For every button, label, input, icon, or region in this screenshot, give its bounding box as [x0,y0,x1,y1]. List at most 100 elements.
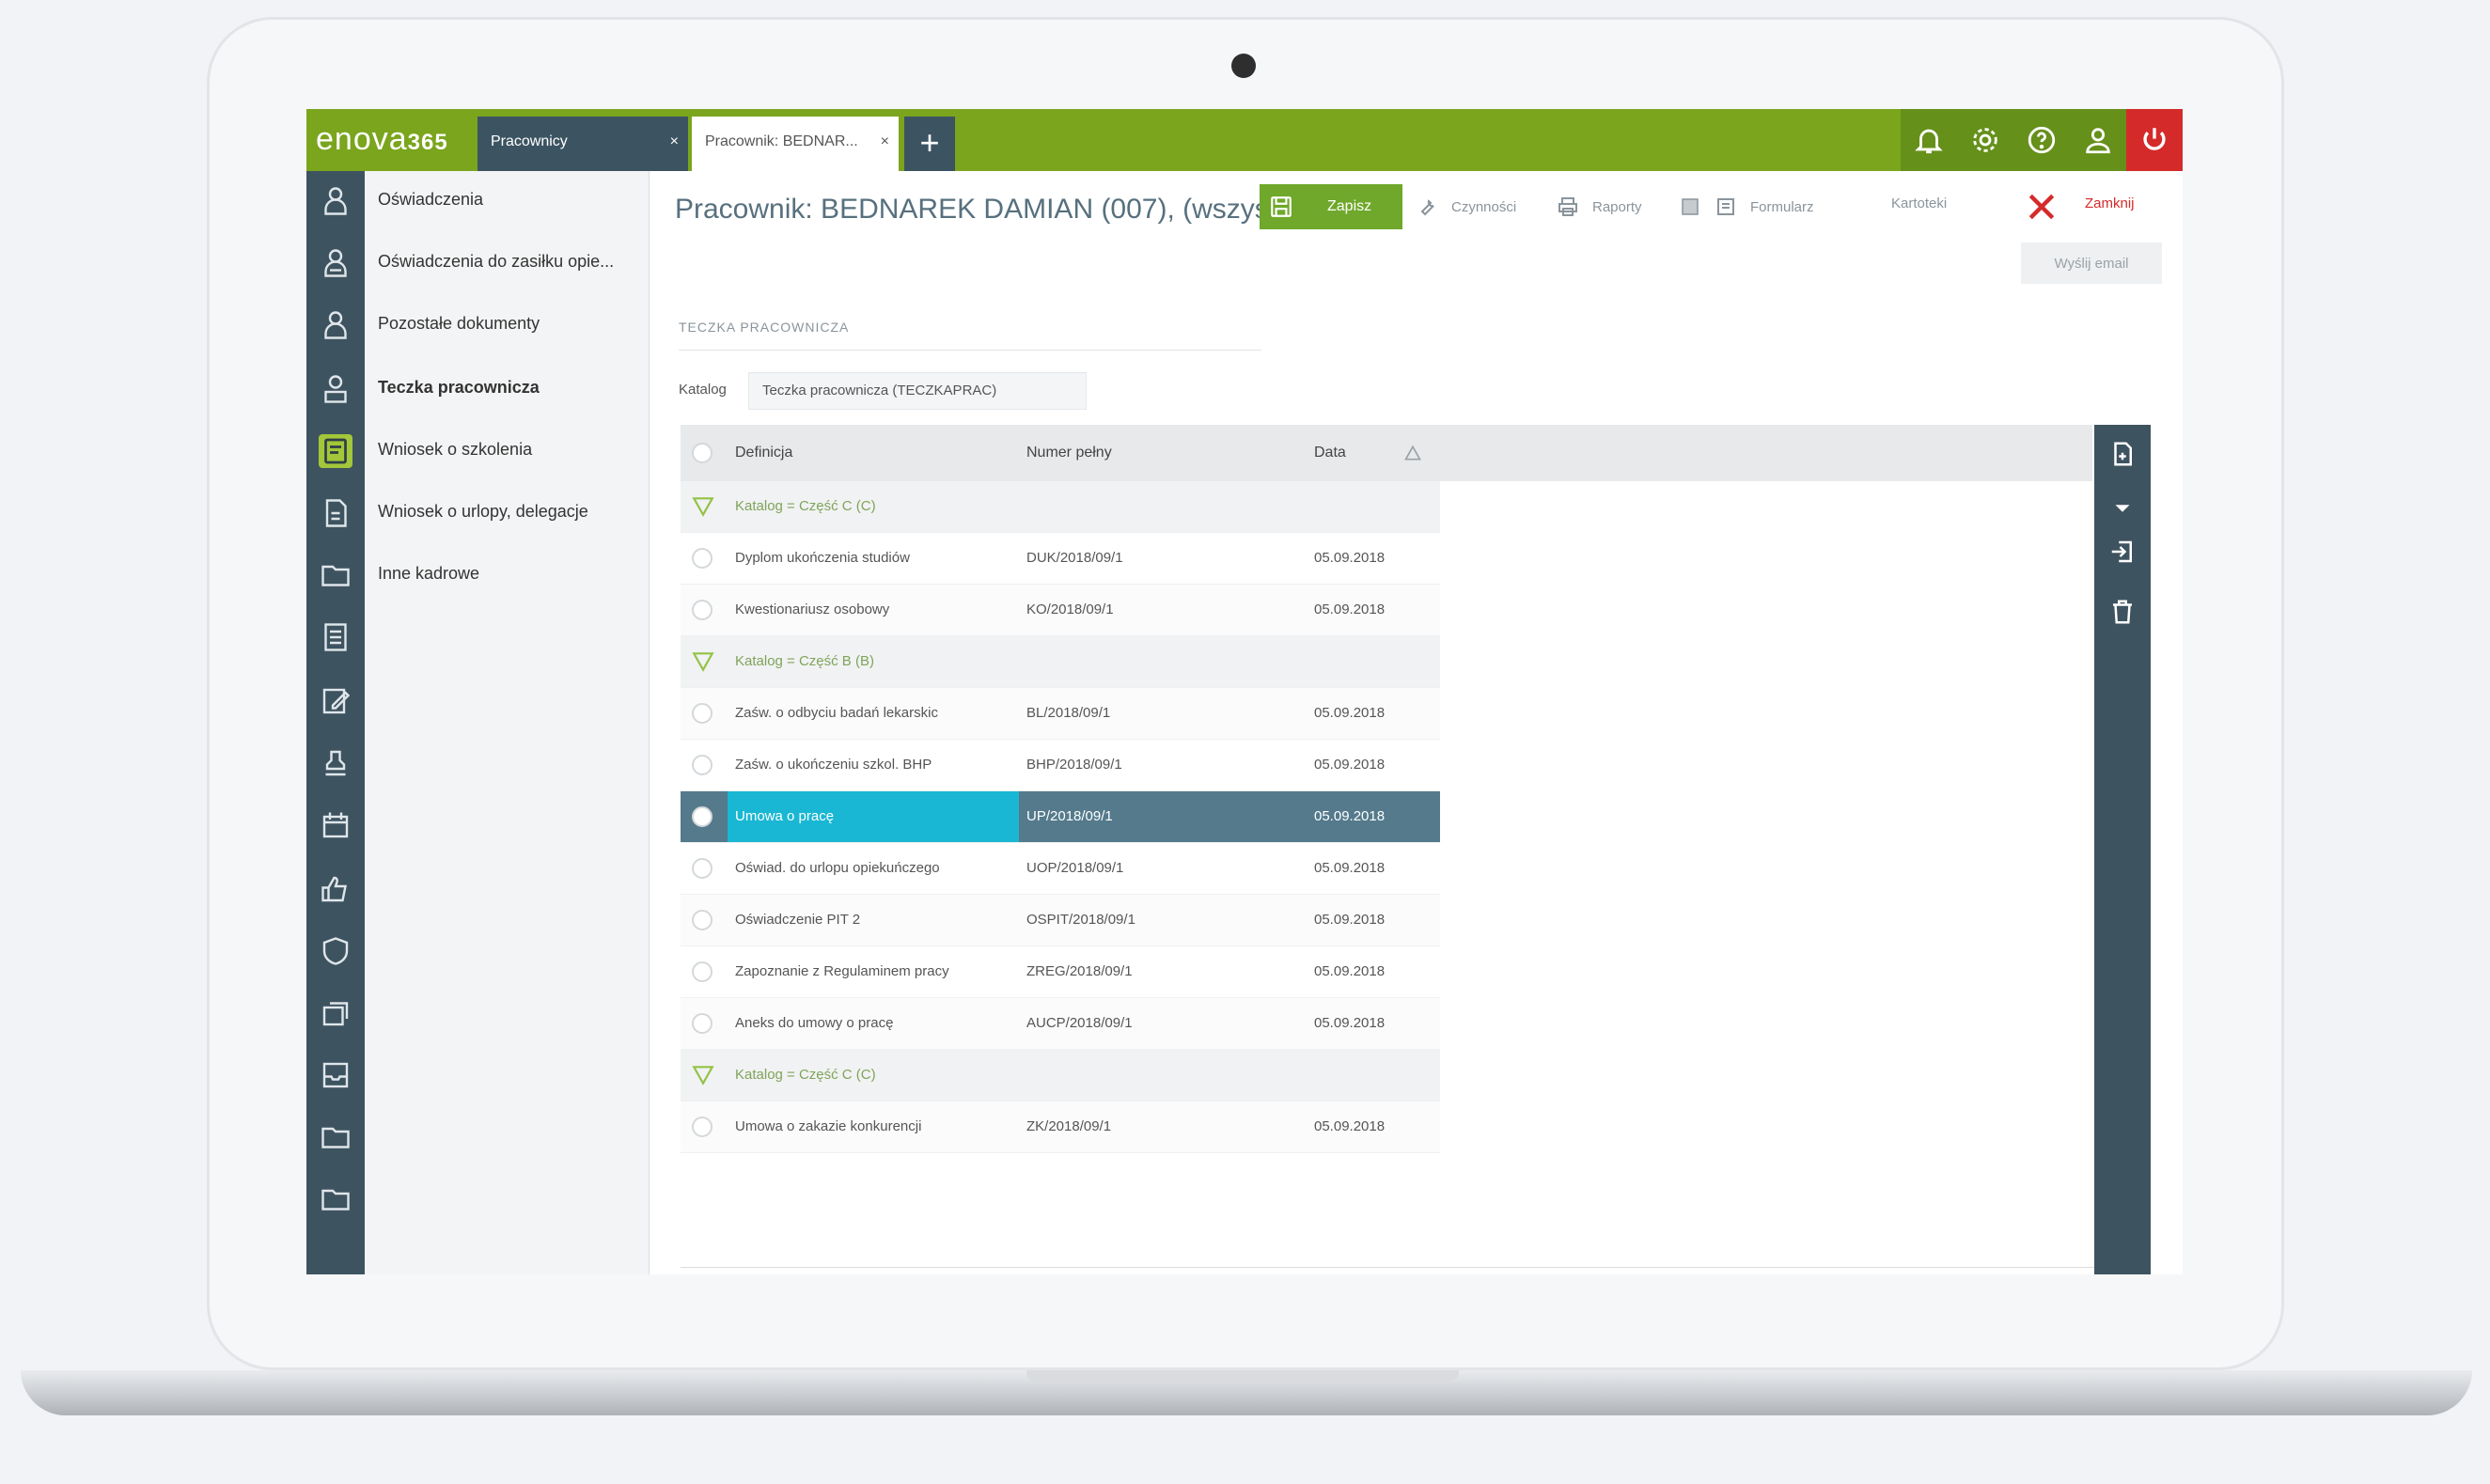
raporty-label: Raporty [1592,198,1642,215]
filter-icon[interactable] [690,1063,716,1087]
table-row[interactable]: Dyplom ukończenia studiów DUK/2018/09/1 05… [681,533,1440,585]
column-header-numer[interactable]: Numer pełny [1019,425,1307,481]
close-icon[interactable] [2023,188,2060,226]
select-all-checkbox[interactable] [692,443,713,463]
stamp-icon[interactable] [319,746,352,780]
row-checkbox[interactable] [692,1013,713,1034]
close-tab-icon[interactable]: × [670,133,679,150]
row-select-cell[interactable] [681,998,728,1049]
side-item-oswiadczenia[interactable]: Oświadczenia [378,190,483,210]
documents-grid: Definicja Numer pełny Data Katalog = Czę… [681,425,1440,1153]
formularz-button[interactable]: Formularz [1679,195,1814,218]
katalog-field[interactable]: Teczka pracownicza (TECZKAPRAC) [748,372,1087,410]
table-row[interactable]: Kwestionariusz osobowy KO/2018/09/1 05.09.… [681,585,1440,636]
row-checkbox[interactable] [692,703,713,724]
row-checkbox[interactable] [692,600,713,620]
table-row[interactable]: Aneks do umowy o pracę AUCP/2018/09/1 05.0… [681,998,1440,1050]
table-row[interactable]: Umowa o zakazie konkurencji ZK/2018/09/1 0… [681,1101,1440,1153]
inbox-icon[interactable] [319,1058,352,1092]
cell-definicja: Zapoznanie z Regulaminem pracy [735,963,949,979]
kartoteki-button[interactable]: Kartoteki [1891,195,1947,211]
cell-numer: AUCP/2018/09/1 [1026,1015,1133,1031]
table-row[interactable]: Oświadczenie PIT 2 OSPIT/2018/09/1 05.09.2… [681,895,1440,946]
side-item-wniosek-urlopy[interactable]: Wniosek o urlopy, delegacje [378,502,588,522]
filter-icon[interactable] [690,494,716,519]
bell-icon[interactable] [1901,109,1957,171]
czynnosci-button[interactable]: Czynności [1416,195,1516,218]
row-checkbox[interactable] [692,1117,713,1137]
side-item-oswiadczenia-zasilku[interactable]: Oświadczenia do zasiłku opie... [378,252,614,272]
cell-numer: OSPIT/2018/09/1 [1026,912,1135,928]
sort-icon[interactable] [1402,444,1423,462]
add-document-icon[interactable] [2108,440,2137,468]
cell-data: 05.09.2018 [1314,1118,1386,1134]
table-row-selected[interactable]: Umowa o pracę UP/2018/09/1 05.09.2018 [681,791,1440,843]
row-checkbox[interactable] [692,910,713,930]
tab-pracownik[interactable]: Pracownik: BEDNAR... × [692,117,899,171]
user-doc-icon[interactable] [319,184,352,218]
shield-icon[interactable] [319,934,352,968]
folder-icon[interactable] [319,1120,352,1154]
document-icon[interactable] [319,496,352,530]
row-select-cell[interactable] [681,946,728,997]
row-select-cell[interactable] [681,533,728,584]
power-icon[interactable] [2126,109,2183,171]
folder-icon[interactable] [319,1182,352,1216]
calendar-icon[interactable] [319,808,352,842]
row-checkbox[interactable] [692,755,713,775]
user-doc-icon[interactable] [319,246,352,280]
user-icon[interactable] [319,308,352,342]
user-folder-icon[interactable] [319,372,352,406]
group-row[interactable]: Katalog = Część C (C) [681,481,1440,533]
row-checkbox[interactable] [692,858,713,879]
gear-icon[interactable] [1957,109,2013,171]
close-tab-icon[interactable]: × [881,133,889,150]
cell-definicja: Kwestionariusz osobowy [735,601,890,617]
dropdown-arrow-icon[interactable] [2108,494,2137,523]
row-select-cell[interactable] [681,843,728,894]
side-item-teczka-pracownicza[interactable]: Teczka pracownicza [378,378,540,398]
logo-number: 365 [407,130,448,155]
close-button[interactable]: Zamknij [2085,195,2135,211]
cell-definicja: Oświadczenie PIT 2 [735,912,861,928]
list-icon[interactable] [319,620,352,654]
thumbs-up-icon[interactable] [319,872,352,906]
filter-icon[interactable] [690,649,716,674]
column-header-definicja[interactable]: Definicja [728,425,1019,481]
save-button[interactable]: Zapisz [1260,184,1402,229]
row-select-cell[interactable] [681,791,728,842]
side-item-inne-kadrowe[interactable]: Inne kadrowe [378,564,479,584]
raporty-button[interactable]: Raporty [1557,195,1642,218]
row-checkbox[interactable] [692,961,713,982]
table-row[interactable]: Oświad. do urlopu opiekuńczego UOP/2018/0… [681,843,1440,895]
table-row[interactable]: Zaśw. o ukończeniu szkol. BHP BHP/2018/09… [681,740,1440,791]
note-icon[interactable] [319,434,352,468]
group-row[interactable]: Katalog = Część C (C) [681,1050,1440,1101]
add-tab-button[interactable]: + [904,117,955,171]
cards-icon[interactable] [319,996,352,1030]
row-select-cell[interactable] [681,585,728,635]
row-select-cell[interactable] [681,1101,728,1152]
folder-icon[interactable] [319,558,352,592]
cell-data: 05.09.2018 [1314,963,1386,979]
help-icon[interactable] [2013,109,2070,171]
import-icon[interactable] [2108,538,2137,566]
tab-pracownicy[interactable]: Pracownicy × [478,117,688,171]
row-checkbox[interactable] [692,806,713,827]
table-row[interactable]: Zaśw. o odbyciu badań lekarskic BL/2018/0… [681,688,1440,740]
row-checkbox[interactable] [692,548,713,569]
cell-numer: UOP/2018/09/1 [1026,860,1124,876]
send-email-button[interactable]: Wyślij email [2021,242,2162,284]
row-select-cell[interactable] [681,740,728,790]
select-all-cell[interactable] [681,425,728,481]
edit-icon[interactable] [319,684,352,718]
group-label: Katalog = Część C (C) [735,498,876,514]
row-select-cell[interactable] [681,688,728,739]
side-item-pozostale-dokumenty[interactable]: Pozostałe dokumenty [378,314,540,334]
user-icon[interactable] [2070,109,2126,171]
group-row[interactable]: Katalog = Część B (B) [681,636,1440,688]
row-select-cell[interactable] [681,895,728,945]
side-item-wniosek-szkolenia[interactable]: Wniosek o szkolenia [378,440,532,460]
table-row[interactable]: Zapoznanie z Regulaminem pracy ZREG/2018/… [681,946,1440,998]
trash-icon[interactable] [2108,598,2137,626]
